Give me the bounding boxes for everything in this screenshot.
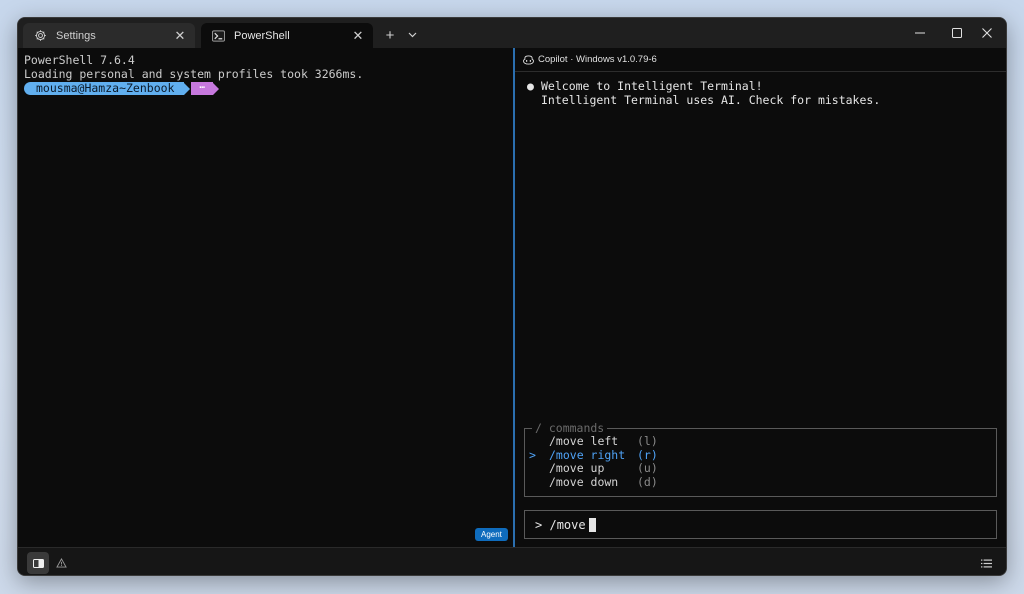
terminal-output-line: PowerShell 7.6.4 bbox=[24, 53, 135, 67]
command-shortcut: (d) bbox=[637, 474, 658, 489]
command-name: /move up bbox=[549, 461, 605, 476]
minimize-icon bbox=[915, 32, 925, 34]
tab-powershell-label: PowerShell bbox=[234, 29, 290, 42]
close-window-button[interactable] bbox=[964, 18, 1006, 48]
terminal-window: Settings ✕ PowerShell ✕ + PowerShell 7.6… bbox=[17, 17, 1007, 576]
powershell-pane[interactable]: PowerShell 7.6.4 Loading personal and sy… bbox=[18, 48, 512, 547]
command-name: /move left bbox=[549, 434, 619, 448]
copilot-pane: Copilot · Windows v1.0.79-6 ● Welcome to … bbox=[515, 48, 1006, 547]
bullet-icon: ● bbox=[527, 79, 534, 93]
agent-badge[interactable]: Agent bbox=[475, 528, 508, 541]
command-item-selected[interactable]: > /move right (r) bbox=[529, 447, 658, 463]
powershell-icon bbox=[210, 28, 226, 44]
gear-icon bbox=[32, 28, 48, 44]
command-item[interactable]: /move up (u) bbox=[529, 462, 658, 476]
close-tab-icon[interactable]: ✕ bbox=[170, 26, 190, 46]
prompt-path-segment: ⋯ bbox=[191, 82, 213, 95]
chevron-down-icon[interactable] bbox=[404, 26, 420, 44]
copilot-input[interactable]: > /move bbox=[524, 510, 997, 539]
command-shortcut: (r) bbox=[637, 447, 658, 462]
warning-button[interactable] bbox=[50, 552, 72, 574]
warning-icon bbox=[55, 558, 67, 568]
prompt-separator-icon bbox=[184, 82, 191, 95]
tab-settings-label: Settings bbox=[56, 29, 96, 42]
input-prompt-icon: > bbox=[535, 517, 543, 532]
commands-legend: / commands bbox=[532, 421, 608, 435]
copilot-welcome-message: ● Welcome to Intelligent Terminal! Intell… bbox=[527, 79, 880, 107]
command-item[interactable]: /move down (d) bbox=[529, 474, 658, 490]
menu-list-button[interactable] bbox=[975, 552, 997, 574]
text-cursor bbox=[588, 517, 596, 532]
command-name: /move right bbox=[549, 447, 626, 462]
status-bar bbox=[18, 547, 1006, 575]
prompt-user-segment: mousma@Hamza~Zenbook bbox=[24, 82, 185, 95]
terminal-output-line: Loading personal and system profiles too… bbox=[24, 67, 364, 81]
copilot-header: Copilot · Windows v1.0.79-6 bbox=[515, 48, 1006, 72]
input-value: /move bbox=[549, 517, 586, 532]
title-bar: Settings ✕ PowerShell ✕ + bbox=[18, 18, 1006, 48]
split-pane-icon bbox=[32, 558, 44, 568]
close-icon bbox=[982, 28, 992, 38]
welcome-disclaimer: Intelligent Terminal uses AI. Check for … bbox=[541, 93, 881, 107]
command-shortcut: (l) bbox=[637, 434, 658, 448]
copilot-title: Copilot · Windows v1.0.79-6 bbox=[538, 54, 657, 65]
selection-caret-icon: > bbox=[529, 447, 536, 462]
maximize-icon bbox=[952, 28, 962, 38]
command-shortcut: (u) bbox=[637, 461, 658, 476]
prompt-separator-icon bbox=[212, 82, 219, 95]
tab-settings[interactable]: Settings ✕ bbox=[23, 23, 195, 48]
toggle-pane-button[interactable] bbox=[27, 552, 49, 574]
commands-menu: / commands /move left (l) > /move right … bbox=[524, 421, 997, 497]
command-item[interactable]: /move left (l) bbox=[529, 434, 658, 449]
tab-powershell[interactable]: PowerShell ✕ bbox=[201, 23, 373, 48]
command-name: /move down bbox=[549, 474, 619, 489]
new-tab-button[interactable]: + bbox=[381, 26, 399, 44]
close-tab-icon[interactable]: ✕ bbox=[348, 26, 368, 46]
welcome-line: Welcome to Intelligent Terminal! bbox=[541, 79, 763, 93]
list-icon bbox=[980, 559, 992, 567]
copilot-icon bbox=[523, 54, 534, 65]
shell-prompt: mousma@Hamza~Zenbook ⋯ bbox=[24, 82, 219, 95]
